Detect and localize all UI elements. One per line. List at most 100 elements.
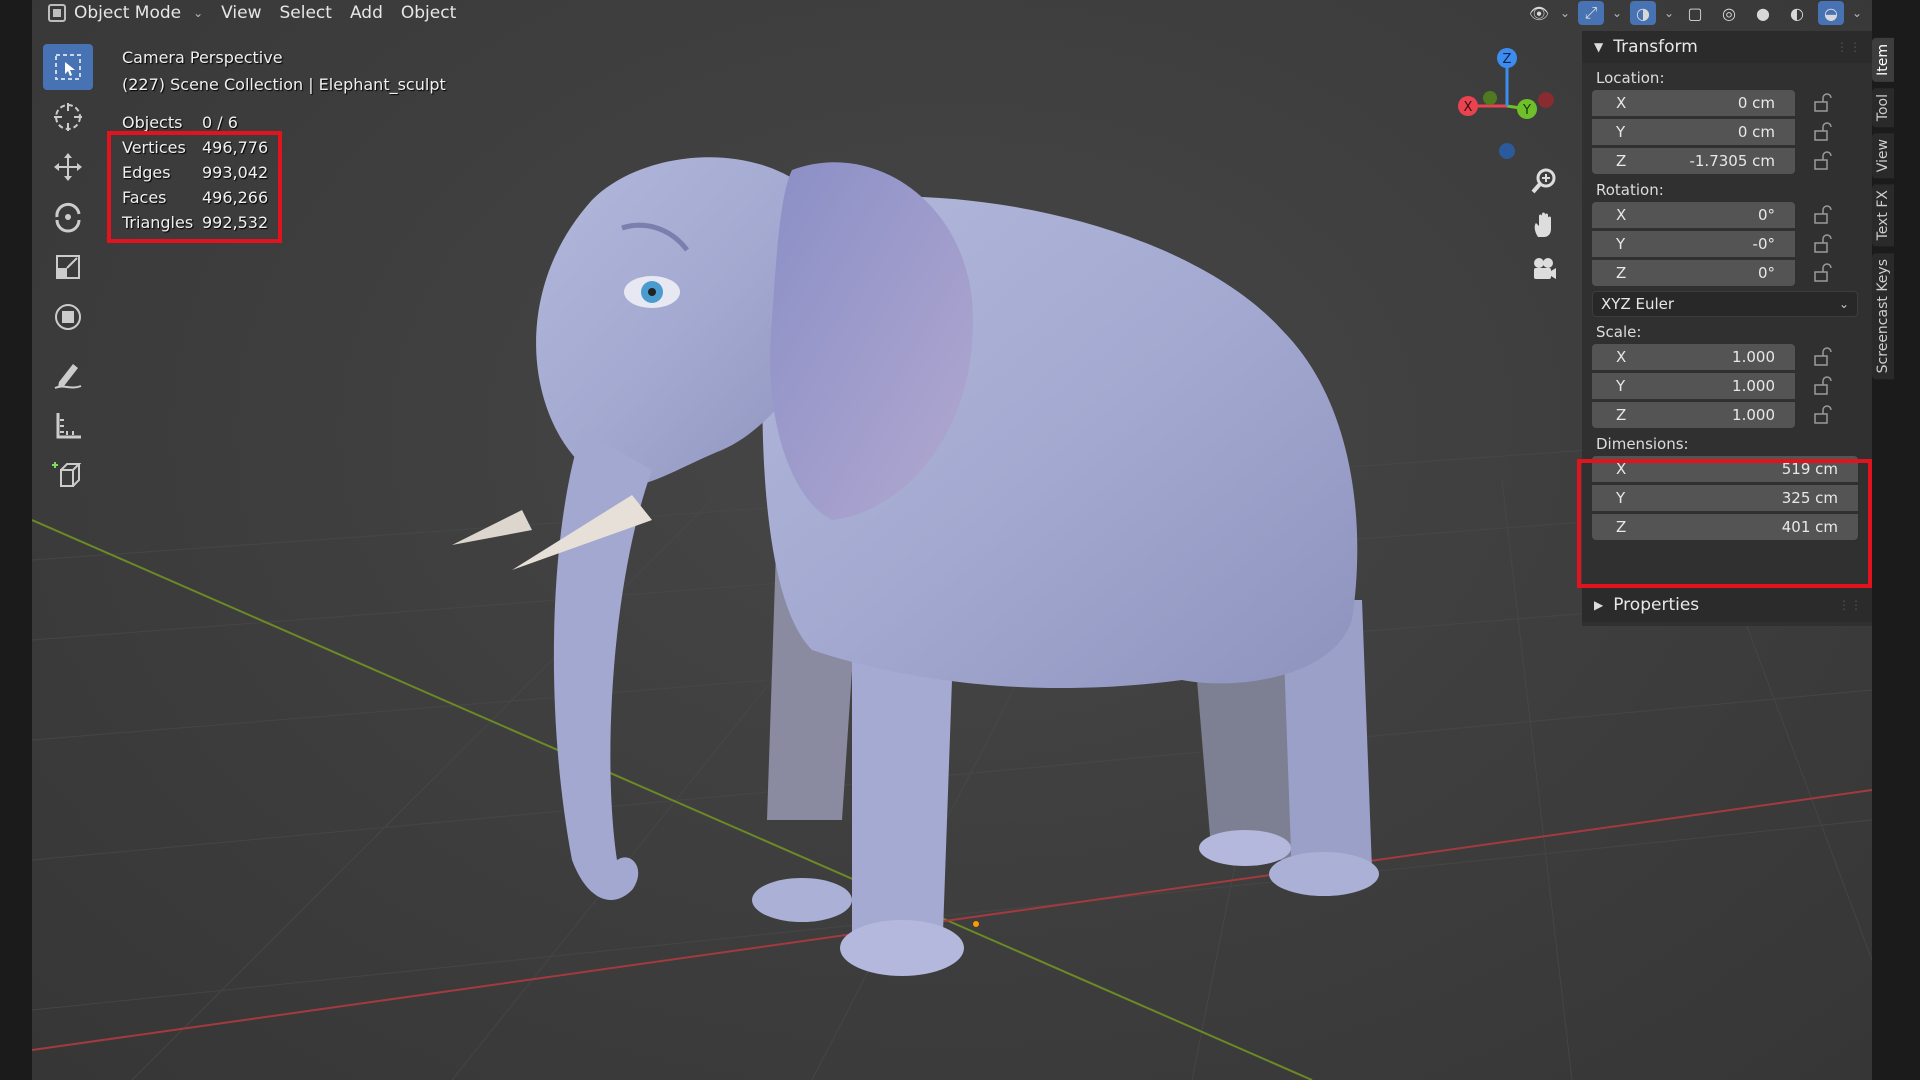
field-value: 1.000 <box>1732 376 1775 395</box>
ruler-icon <box>56 413 81 439</box>
xray-toggle-icon[interactable]: ▢ <box>1682 1 1708 25</box>
wireframe-shading-icon[interactable]: ◎ <box>1716 1 1742 25</box>
collapse-triangle-icon: ▶ <box>1594 598 1604 612</box>
field-value: 0 cm <box>1737 122 1775 141</box>
expand-triangle-icon: ▼ <box>1594 40 1604 54</box>
location-y-field[interactable]: Y 0 cm <box>1592 118 1795 145</box>
viewport-header: Object Mode ⌄ View Select Add Object 👁 ⌄… <box>32 0 1872 26</box>
material-shading-icon[interactable]: ◐ <box>1784 1 1810 25</box>
x-axis-line <box>32 789 1872 1051</box>
camera-icon <box>1534 258 1556 279</box>
move-tool[interactable] <box>43 144 93 190</box>
lock-icon[interactable] <box>1809 402 1835 428</box>
measure-tool[interactable] <box>43 402 93 448</box>
transform-icon <box>55 304 81 330</box>
scale-z-field[interactable]: Z 1.000 <box>1592 401 1795 428</box>
elephant-model <box>452 157 1379 976</box>
lock-icon[interactable] <box>1809 148 1835 174</box>
chevron-down-icon[interactable]: ⌄ <box>1852 6 1862 20</box>
y-axis-label: Y <box>1522 103 1531 118</box>
pencil-icon <box>54 364 82 389</box>
tab-item[interactable]: Item <box>1872 38 1894 82</box>
x-axis-label: X <box>1464 100 1473 115</box>
gizmo-toggle-icon[interactable]: ⤢ <box>1578 1 1604 25</box>
rotation-mode-dropdown[interactable]: XYZ Euler ⌄ <box>1592 291 1858 317</box>
lock-icon[interactable] <box>1809 90 1835 116</box>
rendered-shading-icon[interactable]: ◒ <box>1818 1 1844 25</box>
field-value: 1.000 <box>1732 405 1775 424</box>
location-x-row: X 0 cm <box>1592 88 1872 117</box>
axis-label: X <box>1616 347 1627 366</box>
chevron-down-icon[interactable]: ⌄ <box>1560 6 1570 20</box>
axis-label: Z <box>1616 263 1627 282</box>
drag-handle-icon[interactable]: ⋮⋮ <box>1836 40 1862 54</box>
lock-icon[interactable] <box>1809 373 1835 399</box>
field-value: -1.7305 cm <box>1689 151 1775 170</box>
tab-screencast-keys[interactable]: Screencast Keys <box>1872 252 1894 380</box>
collection-path: (227) Scene Collection | Elephant_sculpt <box>122 75 446 94</box>
dimensions-label: Dimensions: <box>1596 435 1689 453</box>
neg-x-axis-dot <box>1538 92 1554 108</box>
zoom-icon <box>1531 168 1556 194</box>
add-cube-tool[interactable] <box>43 452 93 498</box>
left-border <box>0 0 32 1080</box>
tool-shelf <box>42 44 94 502</box>
lock-icon[interactable] <box>1809 260 1835 286</box>
transform-panel-header[interactable]: ▼ Transform ⋮⋮ <box>1582 31 1872 63</box>
object-mode-dropdown[interactable]: Object Mode ⌄ <box>48 3 203 23</box>
annotate-tool[interactable] <box>43 352 93 398</box>
rotation-mode-value: XYZ Euler <box>1601 295 1675 313</box>
rotation-z-row: Z 0° <box>1592 258 1872 287</box>
overlays-toggle-icon[interactable]: ◑ <box>1630 1 1656 25</box>
lock-icon[interactable] <box>1809 344 1835 370</box>
properties-panel-header[interactable]: ▶ Properties ⋮⋮ <box>1582 588 1872 622</box>
location-y-row: Y 0 cm <box>1592 117 1872 146</box>
rotation-x-field[interactable]: X 0° <box>1592 201 1795 228</box>
lock-icon[interactable] <box>1809 202 1835 228</box>
location-x-field[interactable]: X 0 cm <box>1592 89 1795 116</box>
rotation-y-field[interactable]: Y -0° <box>1592 230 1795 257</box>
lock-icon[interactable] <box>1809 119 1835 145</box>
cursor-tool[interactable] <box>43 94 93 140</box>
field-value: 0° <box>1757 205 1775 224</box>
view-name: Camera Perspective <box>122 48 283 67</box>
pan-button[interactable] <box>1524 210 1564 240</box>
menu-select[interactable]: Select <box>280 3 332 23</box>
z-axis-label: Z <box>1503 52 1512 67</box>
tab-text-fx[interactable]: Text FX <box>1872 184 1894 247</box>
chevron-down-icon[interactable]: ⌄ <box>1664 6 1674 20</box>
tab-tool[interactable]: Tool <box>1872 87 1894 128</box>
select-box-icon <box>55 54 81 80</box>
visibility-eye-icon[interactable]: 👁 <box>1526 1 1552 25</box>
tab-view[interactable]: View <box>1872 133 1894 179</box>
navigation-gizmo[interactable]: X Y Z <box>1438 42 1568 172</box>
drag-handle-icon[interactable]: ⋮⋮ <box>1838 598 1862 612</box>
stats-highlight-box <box>107 131 282 243</box>
viewport-info-text: Camera Perspective (227) Scene Collectio… <box>122 44 446 98</box>
axis-label: Z <box>1616 151 1627 170</box>
object-mode-icon <box>48 4 66 22</box>
transform-tool[interactable] <box>43 294 93 340</box>
hand-icon <box>1534 212 1551 237</box>
select-box-tool[interactable] <box>43 44 93 90</box>
scale-tool[interactable] <box>43 244 93 290</box>
camera-view-button[interactable] <box>1524 254 1564 284</box>
lock-icon[interactable] <box>1809 231 1835 257</box>
chevron-down-icon[interactable]: ⌄ <box>1612 6 1622 20</box>
menu-add[interactable]: Add <box>350 3 383 23</box>
scale-x-field[interactable]: X 1.000 <box>1592 343 1795 370</box>
solid-shading-icon[interactable]: ● <box>1750 1 1776 25</box>
zoom-button[interactable] <box>1524 166 1564 196</box>
rotation-z-field[interactable]: Z 0° <box>1592 259 1795 286</box>
rotation-x-row: X 0° <box>1592 200 1872 229</box>
field-value: 0 cm <box>1737 93 1775 112</box>
origin-point <box>973 921 979 927</box>
menu-view[interactable]: View <box>221 3 261 23</box>
axis-label: Y <box>1616 234 1626 253</box>
rotate-tool[interactable] <box>43 194 93 240</box>
scale-y-field[interactable]: Y 1.000 <box>1592 372 1795 399</box>
location-z-row: Z -1.7305 cm <box>1592 146 1872 175</box>
location-z-field[interactable]: Z -1.7305 cm <box>1592 147 1795 174</box>
location-label: Location: <box>1596 69 1665 87</box>
menu-object[interactable]: Object <box>401 3 456 23</box>
